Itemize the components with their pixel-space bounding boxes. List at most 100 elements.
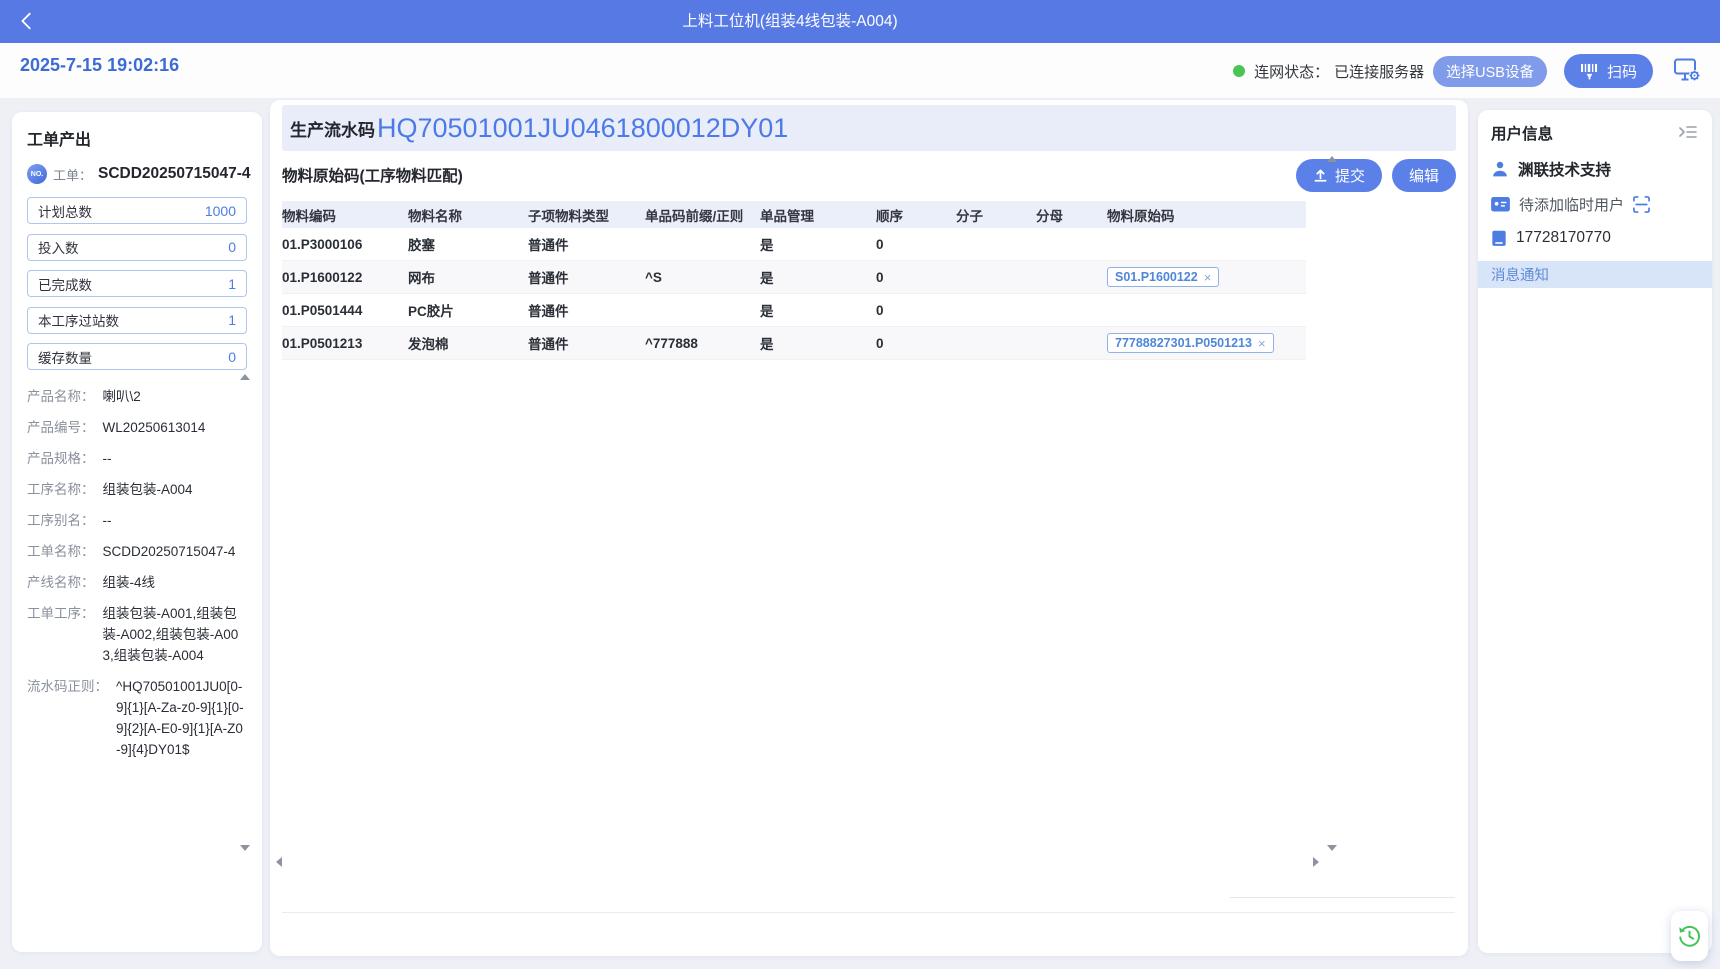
detail-label: 工序别名： <box>27 510 95 531</box>
status-strip: 2025-7-15 19:02:16 连网状态： 已连接服务器 选择USB设备 … <box>0 43 1720 98</box>
column-header-material-name: 物料名称 <box>408 205 528 225</box>
table-bottom-border <box>282 912 1455 913</box>
scan-user-icon[interactable] <box>1633 196 1650 213</box>
stat-label: 本工序过站数 <box>38 310 119 330</box>
cell-origin-code: S01.P1600122 × <box>1107 267 1306 287</box>
table-fixed-column-border <box>1230 897 1455 898</box>
cell-unit-managed: 是 <box>760 267 876 287</box>
origin-code-tag-text: S01.P1600122 <box>1115 271 1198 284</box>
detail-label: 工序名称： <box>27 479 95 500</box>
origin-code-tag: 77788827301.P0501213 × <box>1107 333 1274 353</box>
detail-label: 产品名称： <box>27 386 95 407</box>
stat-cache-count: 缓存数量 0 <box>27 343 247 370</box>
detail-line-name: 产线名称： 组装-4线 <box>27 572 247 593</box>
remove-tag-icon[interactable]: × <box>1258 337 1266 350</box>
chevron-left-icon <box>16 10 38 32</box>
cell-material-code: 01.P3000106 <box>282 237 408 252</box>
detail-value: SCDD20250715047-4 <box>103 541 248 562</box>
network-status-dot <box>1233 65 1245 77</box>
detail-product-code: 产品编号： WL20250613014 <box>27 417 247 438</box>
sidebar-scroll-down-icon[interactable] <box>240 845 250 851</box>
column-header-subitem-type: 子项物料类型 <box>528 205 645 225</box>
column-header-origin-code: 物料原始码 <box>1107 205 1306 225</box>
work-order-panel-title: 工单产出 <box>27 126 247 150</box>
cell-sequence: 0 <box>876 303 956 318</box>
network-status-value: 已连接服务器 <box>1334 61 1424 82</box>
user-name-text: 渊联技术支持 <box>1518 158 1611 180</box>
collapse-panel-icon[interactable] <box>1677 124 1699 142</box>
edit-button[interactable]: 编辑 <box>1392 159 1456 192</box>
table-scroll-up-icon[interactable] <box>1327 156 1337 162</box>
stat-planned-total: 计划总数 1000 <box>27 197 247 224</box>
column-header-unit-prefix: 单品码前缀/正则 <box>645 205 760 225</box>
detail-value: 组装包装-A001,组装包装-A002,组装包装-A003,组装包装-A004 <box>103 603 248 666</box>
stat-label: 已完成数 <box>38 274 92 294</box>
detail-value: ^HQ70501001JU0[0-9]{1}[A-Za-z0-9]{1}[0-9… <box>116 676 247 760</box>
table-row[interactable]: 01.P1600122 网布 普通件 ^S 是 0 S01.P1600122 × <box>282 261 1306 294</box>
detail-value: 组装包装-A004 <box>103 479 248 500</box>
detail-value: -- <box>103 448 248 469</box>
detail-value: 组装-4线 <box>103 572 248 593</box>
detail-label: 工单工序： <box>27 603 95 666</box>
cell-subitem-type: 普通件 <box>528 234 645 254</box>
table-row[interactable]: 01.P0501444 PC胶片 普通件 是 0 <box>282 294 1306 327</box>
message-notice-bar[interactable]: 消息通知 <box>1478 261 1712 288</box>
stat-station-pass-count: 本工序过站数 1 <box>27 307 247 334</box>
select-usb-device-button[interactable]: 选择USB设备 <box>1433 56 1547 87</box>
detail-value: 喇叭\2 <box>103 386 248 407</box>
table-scroll-left-icon[interactable] <box>276 857 282 867</box>
production-serial-bar: 生产流水码 HQ70501001JU0461800012DY01 <box>282 105 1456 151</box>
detail-label: 工单名称： <box>27 541 95 562</box>
phone-number-text: 17728170770 <box>1516 229 1611 247</box>
sidebar-scroll-up-icon[interactable] <box>240 374 250 380</box>
cell-material-code: 01.P1600122 <box>282 270 408 285</box>
work-order-stats: 计划总数 1000 投入数 0 已完成数 1 本工序过站数 1 缓存数量 0 <box>27 197 247 370</box>
material-section-title: 物料原始码(工序物料匹配) <box>282 164 463 186</box>
column-header-unit-managed: 单品管理 <box>760 205 876 225</box>
user-icon <box>1491 160 1509 178</box>
stat-completed-count: 已完成数 1 <box>27 270 247 297</box>
history-floating-button[interactable] <box>1671 911 1708 961</box>
monitor-gear-icon <box>1673 57 1701 83</box>
page-title: 上料工位机(组装4线包装-A004) <box>682 0 897 43</box>
cell-subitem-type: 普通件 <box>528 300 645 320</box>
detail-process-alias: 工序别名： -- <box>27 510 247 531</box>
detail-value: WL20250613014 <box>103 417 248 438</box>
device-settings-button[interactable] <box>1672 56 1702 86</box>
user-info-header: 用户信息 <box>1491 122 1699 144</box>
detail-process-name: 工序名称： 组装包装-A004 <box>27 479 247 500</box>
remove-tag-icon[interactable]: × <box>1204 271 1212 284</box>
cell-subitem-type: 普通件 <box>528 333 645 353</box>
detail-label: 流水码正则： <box>27 676 108 760</box>
cell-sequence: 0 <box>876 336 956 351</box>
table-row[interactable]: 01.P0501213 发泡棉 普通件 ^777888 是 0 77788827… <box>282 327 1306 360</box>
table-row[interactable]: 01.P3000106 胶塞 普通件 是 0 <box>282 228 1306 261</box>
cell-unit-managed: 是 <box>760 333 876 353</box>
detail-product-name: 产品名称： 喇叭\2 <box>27 386 247 407</box>
table-scroll-down-icon[interactable] <box>1327 845 1337 851</box>
back-button[interactable] <box>12 8 42 36</box>
cell-material-code: 01.P0501444 <box>282 303 408 318</box>
detail-value: -- <box>103 510 248 531</box>
upload-icon <box>1313 168 1328 183</box>
temp-user-text: 待添加临时用户 <box>1519 194 1624 215</box>
stat-value: 1 <box>228 312 236 328</box>
submit-button[interactable]: 提交 <box>1296 159 1382 192</box>
column-header-material-code: 物料编码 <box>282 205 408 225</box>
user-info-panel: 用户信息 渊联技术支持 待添加临时用户 17728170770 消息通知 <box>1478 110 1712 953</box>
scan-code-button[interactable]: 扫码 <box>1564 54 1653 88</box>
cell-sequence: 0 <box>876 237 956 252</box>
column-header-sequence: 顺序 <box>876 205 956 225</box>
detail-label: 产线名称： <box>27 572 95 593</box>
history-clock-icon <box>1678 925 1701 948</box>
origin-code-tag: S01.P1600122 × <box>1107 267 1219 287</box>
stat-label: 缓存数量 <box>38 347 92 367</box>
material-section-row: 物料原始码(工序物料匹配) 提交 编辑 <box>282 156 1456 194</box>
device-icon <box>1491 230 1507 247</box>
cell-origin-code: 77788827301.P0501213 × <box>1107 333 1306 353</box>
serial-label: 生产流水码 <box>290 116 375 141</box>
submit-button-label: 提交 <box>1335 165 1365 186</box>
cell-unit-managed: 是 <box>760 300 876 320</box>
table-scroll-right-icon[interactable] <box>1313 857 1319 867</box>
production-panel: 生产流水码 HQ70501001JU0461800012DY01 物料原始码(工… <box>270 100 1468 956</box>
